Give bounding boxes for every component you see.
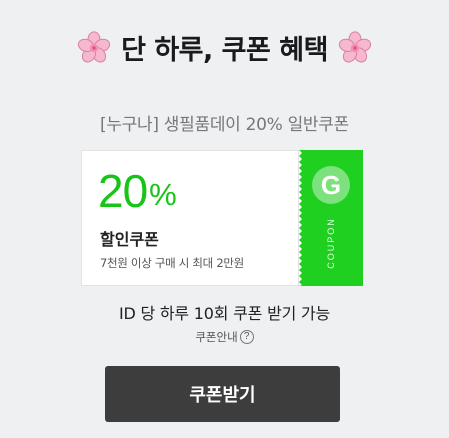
download-coupon-button[interactable]: 쿠폰받기 <box>105 366 340 422</box>
coupon-name: 할인쿠폰 <box>100 230 159 249</box>
help-icon[interactable]: ? <box>239 330 254 344</box>
coupon-tab-text: COUPON <box>326 217 336 269</box>
coupon-guide-label[interactable]: 쿠폰안내 <box>195 329 237 345</box>
discount-value: 20 <box>98 165 148 217</box>
coupon-tab-label: COUPON <box>299 150 363 286</box>
coupon-tab: G COUPON <box>299 150 363 286</box>
coupon-guide-link[interactable]: 쿠폰안내 ? <box>0 329 449 345</box>
cherry-blossom-icon <box>338 30 372 62</box>
discount-unit: % <box>149 177 177 212</box>
coupon-card: 20% 할인쿠폰 7천원 이상 구매 시 최대 2만원 G COUPON <box>81 150 363 286</box>
coupon-discount: 20% <box>98 165 177 217</box>
coupon-condition: 7천원 이상 구매 시 최대 2만원 <box>100 256 244 270</box>
promo-title: 단 하루, 쿠폰 혜택 <box>0 28 449 67</box>
coupon-subtitle: [누구나] 생필품데이 20% 일반쿠폰 <box>100 115 349 135</box>
daily-limit-text: ID 당 하루 10회 쿠폰 받기 가능 <box>118 304 331 323</box>
coupon-body: 20% 할인쿠폰 7천원 이상 구매 시 최대 2만원 <box>81 150 299 286</box>
promo-title-text: 단 하루, 쿠폰 혜택 <box>121 35 328 66</box>
cherry-blossom-icon <box>77 30 111 62</box>
